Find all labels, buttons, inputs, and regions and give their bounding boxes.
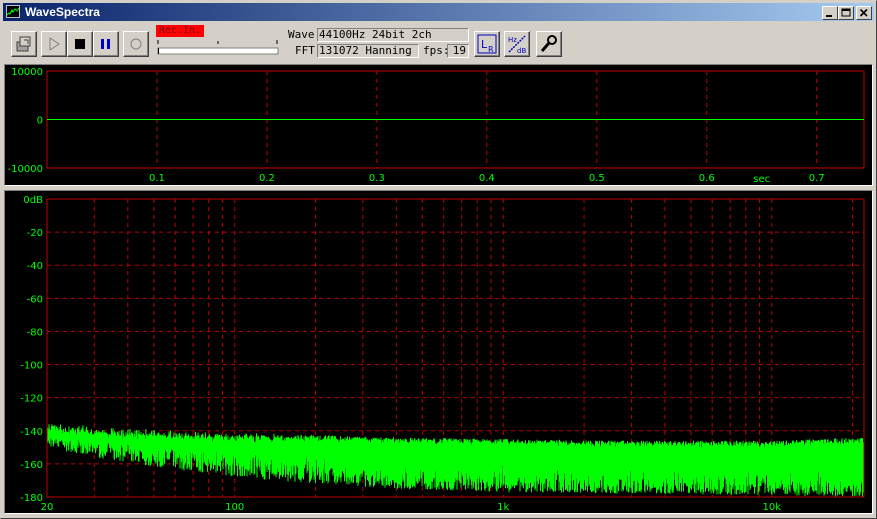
y-tick-label: -160 bbox=[20, 460, 43, 471]
minimize-button[interactable] bbox=[822, 6, 838, 20]
fps-label: fps: bbox=[423, 44, 450, 57]
pause-button[interactable] bbox=[93, 31, 119, 57]
x-tick-label: 100 bbox=[225, 502, 244, 513]
window-title: WaveSpectra bbox=[25, 5, 100, 19]
y-tick-label: 10000 bbox=[11, 67, 43, 78]
stop-button[interactable] bbox=[67, 31, 93, 57]
fft-setting-field: 131072 Hanning bbox=[317, 44, 419, 58]
y-tick-label: -140 bbox=[20, 427, 43, 438]
x-tick-label: 0.3 bbox=[369, 173, 385, 184]
rec-in-indicator: Rec.In. bbox=[156, 25, 204, 37]
fps-value: 19 bbox=[447, 44, 469, 58]
spectrum-chart: 0dB -20 -40 -60 -80 -100 -120 -140 -160 -18020 100… bbox=[20, 195, 865, 513]
x-tick-label: 0.2 bbox=[259, 173, 275, 184]
input-level-meter bbox=[157, 40, 279, 55]
y-tick-label: -40 bbox=[27, 261, 43, 272]
waveform-chart: 0.1 0.2 0.3 0.4 0.5 0.6 0.7 10000 0 -10000 sec bbox=[8, 67, 865, 185]
x-axis-unit-label: sec bbox=[753, 174, 770, 185]
open-file-button[interactable] bbox=[11, 31, 37, 57]
app-icon bbox=[6, 5, 20, 18]
x-tick-label: 0.1 bbox=[149, 173, 165, 184]
y-tick-label: -180 bbox=[20, 493, 43, 504]
wave-format-field: 44100Hz 24bit 2ch bbox=[317, 28, 469, 42]
svg-text:Hz: Hz bbox=[508, 36, 517, 44]
hz-db-scale-button[interactable]: Hz dB bbox=[504, 31, 530, 57]
title-bar[interactable]: WaveSpectra bbox=[3, 3, 874, 21]
svg-text:R: R bbox=[488, 45, 494, 54]
y-tick-label: -100 bbox=[20, 361, 43, 372]
x-tick-label: 10k bbox=[763, 502, 782, 513]
y-tick-label: 0dB bbox=[23, 195, 43, 206]
svg-text:L: L bbox=[481, 38, 488, 51]
wrench-icon bbox=[540, 35, 557, 52]
open-file-icon bbox=[16, 36, 31, 52]
pause-icon bbox=[101, 39, 110, 49]
spectrum-trace bbox=[46, 424, 865, 498]
x-tick-label: 0.6 bbox=[699, 173, 715, 184]
y-tick-label: -20 bbox=[27, 228, 43, 239]
lr-channel-button[interactable]: L R bbox=[474, 31, 500, 57]
y-tick-label: -10000 bbox=[8, 164, 43, 175]
maximize-icon bbox=[841, 8, 851, 17]
hz-db-scale-icon: Hz dB bbox=[508, 35, 526, 55]
maximize-button[interactable] bbox=[838, 6, 854, 20]
x-tick-label: 20 bbox=[41, 502, 54, 513]
settings-button[interactable] bbox=[536, 31, 562, 57]
x-tick-label: 1k bbox=[497, 502, 509, 513]
main-window: WaveSpectra Rec.In. Wave: 44100Hz 24bit … bbox=[0, 0, 877, 519]
svg-text:dB: dB bbox=[517, 47, 526, 55]
x-tick-label: 0.5 bbox=[589, 173, 605, 184]
y-tick-label: -80 bbox=[27, 327, 43, 338]
play-button[interactable] bbox=[41, 31, 67, 57]
record-button[interactable] bbox=[123, 31, 149, 57]
record-icon bbox=[130, 38, 142, 50]
toolbar: Rec.In. Wave: 44100Hz 24bit 2ch FFT: 131… bbox=[1, 21, 876, 63]
x-tick-label: 0.4 bbox=[479, 173, 495, 184]
y-tick-label: -120 bbox=[20, 394, 43, 405]
stop-icon bbox=[75, 39, 85, 49]
waveform-panel: 0.1 0.2 0.3 0.4 0.5 0.6 0.7 10000 0 -10000 sec bbox=[4, 64, 873, 186]
lr-channel-icon: L R bbox=[477, 34, 497, 54]
close-icon bbox=[859, 8, 868, 17]
play-icon bbox=[49, 37, 60, 51]
close-button[interactable] bbox=[856, 6, 872, 20]
y-tick-label: -60 bbox=[27, 294, 43, 305]
x-tick-label: 0.7 bbox=[809, 173, 825, 184]
minimize-icon bbox=[826, 15, 832, 17]
spectrum-panel: 0dB -20 -40 -60 -80 -100 -120 -140 -160 -180 20 100… bbox=[4, 190, 873, 514]
y-tick-label: 0 bbox=[37, 116, 43, 127]
